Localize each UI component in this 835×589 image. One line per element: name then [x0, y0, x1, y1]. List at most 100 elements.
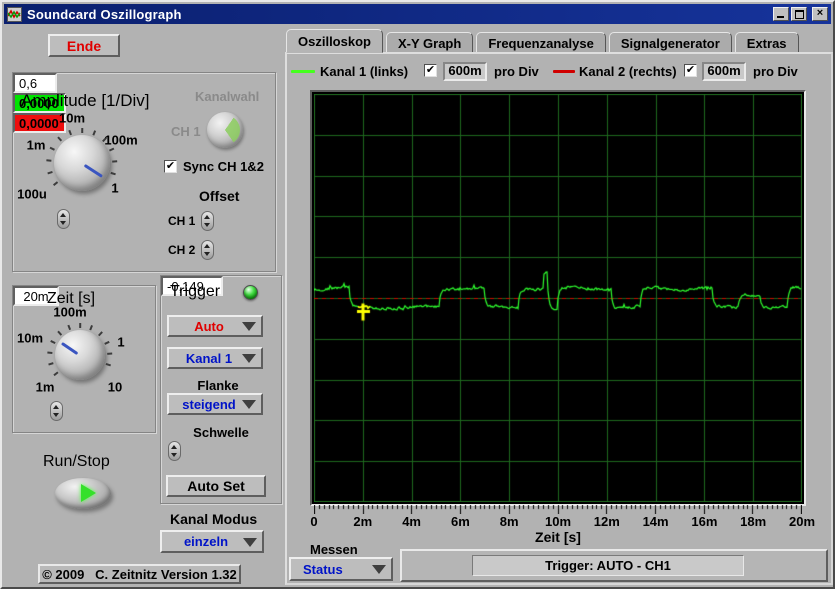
tab-oszilloskop[interactable]: Oszilloskop: [286, 29, 383, 53]
offset-ch1-spinner[interactable]: [201, 211, 214, 231]
auto-set-button[interactable]: Auto Set: [166, 475, 266, 497]
zeit-panel: Zeit [s] 100m 10m 1 1m 10 20m: [12, 285, 156, 433]
copyright-bar: © 2009 C. Zeitnitz Version 1.32: [38, 564, 241, 584]
offset-ch2-label: CH 2: [168, 243, 195, 257]
check-icon: ✔: [686, 64, 695, 76]
trigger-source-dropdown[interactable]: Kanal 1: [167, 347, 263, 369]
ch2-checkbox[interactable]: ✔: [684, 64, 697, 77]
x-tick-label: 8m: [500, 514, 519, 529]
zeit-knob-pointer: [61, 342, 78, 355]
check-icon: ✔: [426, 64, 435, 76]
check-icon: ✔: [166, 160, 175, 172]
maximize-icon: [795, 10, 804, 19]
sync-checkbox[interactable]: ✔: [164, 160, 177, 173]
trigger-source-value: Kanal 1: [186, 351, 232, 366]
offset-ch2-spinner[interactable]: [201, 240, 214, 260]
minimize-icon: [777, 16, 784, 18]
triangle-down-icon: [242, 400, 256, 409]
zeit-knob-ball[interactable]: [55, 330, 105, 380]
kanalwahl-indicator: [210, 115, 240, 145]
ch2-prodiv-label: pro Div: [753, 64, 798, 79]
x-axis-labels: 02m4m6m8m10m12m14m16m18m20m: [314, 514, 802, 530]
amplitude-knob-ball[interactable]: [54, 135, 110, 191]
amplitude-value-field[interactable]: 0,6: [13, 73, 57, 93]
x-axis-ticks: [314, 505, 802, 514]
x-axis-title: Zeit [s]: [314, 529, 802, 545]
amplitude-scale-1: 1: [111, 181, 118, 196]
tab-signalgenerator[interactable]: Signalgenerator: [609, 32, 732, 53]
tab-bar: OszilloskopX-Y GraphFrequenzanalyseSigna…: [286, 29, 802, 53]
amplitude-value-spinner[interactable]: [57, 209, 70, 229]
offset-title: Offset: [199, 188, 239, 204]
trigger-status-display: Trigger: AUTO - CH1: [472, 555, 744, 576]
ch2-color-line: [553, 70, 575, 73]
run-stop-button[interactable]: [55, 478, 111, 509]
tab-x-y-graph[interactable]: X-Y Graph: [386, 32, 473, 53]
kanal-modus-dropdown[interactable]: einzeln: [160, 530, 264, 553]
sync-label: Sync CH 1&2: [183, 159, 264, 174]
triangle-down-icon: [242, 322, 256, 331]
flanke-label: Flanke: [161, 378, 275, 393]
ch1-scale-field[interactable]: 600m: [443, 62, 487, 81]
close-button[interactable]: ×: [812, 7, 828, 21]
run-stop-label: Run/Stop: [43, 453, 110, 471]
amplitude-scale-1m: 1m: [27, 138, 46, 153]
ende-button[interactable]: Ende: [48, 34, 120, 57]
kanalwahl-channel-label: CH 1: [171, 124, 201, 139]
ch1-color-line: [291, 70, 315, 73]
kanal-modus-label: Kanal Modus: [170, 511, 257, 527]
trigger-mode-value: Auto: [194, 319, 224, 334]
zeit-scale-1m: 1m: [36, 380, 55, 395]
trigger-title: Trigger: [170, 283, 220, 301]
maximize-button[interactable]: [791, 7, 807, 21]
kanal-modus-value: einzeln: [184, 534, 228, 549]
tab-extras[interactable]: Extras: [735, 32, 799, 53]
triangle-down-icon: [242, 354, 256, 363]
amplitude-panel: Amplitude [1/Div] 10m 1m 100m 100u 1 0,6…: [12, 72, 276, 272]
ch1-label: Kanal 1 (links): [320, 64, 408, 79]
x-tick-label: 0: [310, 514, 317, 529]
amplitude-knob-pointer: [84, 164, 103, 178]
trigger-mode-dropdown[interactable]: Auto: [167, 315, 263, 337]
app-window: Soundcard Oszillograph × Ende Amplitude …: [0, 0, 835, 589]
flanke-dropdown[interactable]: steigend: [167, 393, 263, 415]
play-icon: [81, 484, 96, 502]
ch2-label: Kanal 2 (rechts): [579, 64, 677, 79]
zeit-scale-1: 1: [117, 335, 124, 350]
flanke-value: steigend: [182, 397, 235, 412]
scope-display: [310, 90, 806, 506]
ch1-checkbox[interactable]: ✔: [424, 64, 437, 77]
schwelle-label: Schwelle: [161, 425, 281, 440]
kanalwahl-knob[interactable]: [207, 112, 243, 148]
triangle-down-icon: [243, 538, 257, 547]
minimize-button[interactable]: [773, 7, 789, 21]
window-title: Soundcard Oszillograph: [27, 7, 182, 22]
close-icon: ×: [817, 7, 823, 19]
messen-label: Messen: [310, 542, 358, 557]
trigger-led: [243, 285, 258, 300]
titlebar[interactable]: Soundcard Oszillograph ×: [4, 4, 831, 24]
offset-ch1-label: CH 1: [168, 214, 195, 228]
zeit-scale-10: 10: [108, 380, 122, 395]
zeit-scale-100m: 100m: [53, 305, 86, 320]
x-tick-label: 2m: [353, 514, 372, 529]
amplitude-scale-100m: 100m: [104, 133, 137, 148]
amplitude-scale-100u: 100u: [17, 187, 47, 202]
app-waveform-icon: [7, 7, 22, 22]
scope-canvas: [314, 94, 802, 502]
amplitude-scale-10m: 10m: [59, 111, 85, 126]
x-tick-label: 6m: [451, 514, 470, 529]
ch1-prodiv-label: pro Div: [494, 64, 539, 79]
zeit-scale-10m: 10m: [17, 331, 43, 346]
x-tick-label: 16m: [691, 514, 717, 529]
zeit-value-spinner[interactable]: [50, 401, 63, 421]
tab-frequenzanalyse[interactable]: Frequenzanalyse: [476, 32, 606, 53]
x-tick-label: 10m: [545, 514, 571, 529]
schwelle-spinner[interactable]: [168, 441, 181, 461]
status-dropdown[interactable]: Status: [289, 557, 393, 581]
trigger-panel: Trigger Auto Kanal 1 Flanke steigend Sch…: [160, 275, 282, 504]
x-tick-label: 14m: [643, 514, 669, 529]
x-tick-label: 12m: [594, 514, 620, 529]
x-tick-label: 4m: [402, 514, 421, 529]
ch2-scale-field[interactable]: 600m: [702, 62, 746, 81]
